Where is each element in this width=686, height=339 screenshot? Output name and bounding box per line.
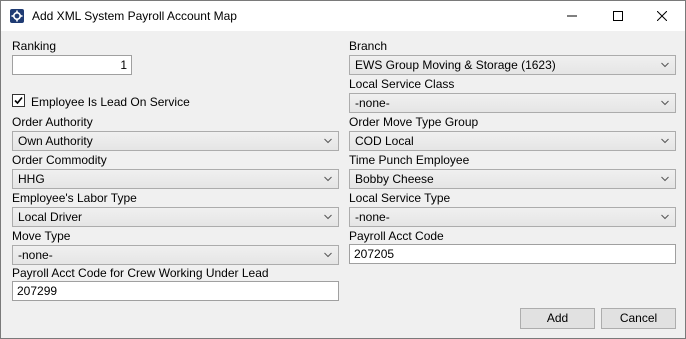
- chevron-down-icon: [324, 214, 332, 220]
- payroll-acct-code-label: Payroll Acct Code: [349, 229, 444, 243]
- chevron-down-icon: [661, 138, 669, 144]
- order-move-type-group-select[interactable]: COD Local: [349, 131, 676, 151]
- chevron-down-icon: [324, 252, 332, 258]
- chevron-down-icon: [324, 138, 332, 144]
- local-service-class-select[interactable]: -none-: [349, 93, 676, 113]
- order-commodity-select[interactable]: HHG: [12, 169, 339, 189]
- order-authority-select[interactable]: Own Authority: [12, 131, 339, 151]
- chevron-down-icon: [324, 176, 332, 182]
- checkmark-icon: [14, 96, 23, 105]
- lead-on-service-checkbox[interactable]: [12, 94, 25, 107]
- payroll-acct-code-input[interactable]: 207205: [349, 244, 676, 264]
- maximize-icon: [613, 11, 623, 21]
- order-move-type-group-label: Order Move Type Group: [349, 115, 479, 129]
- window-title: Add XML System Payroll Account Map: [32, 9, 237, 23]
- chevron-down-icon: [661, 100, 669, 106]
- maximize-button[interactable]: [595, 1, 641, 31]
- local-service-type-value: -none-: [355, 210, 390, 224]
- cancel-button[interactable]: Cancel: [601, 308, 676, 329]
- ranking-input[interactable]: 1: [12, 55, 132, 75]
- local-service-class-value: -none-: [355, 96, 390, 110]
- crew-acct-code-label: Payroll Acct Code for Crew Working Under…: [12, 266, 269, 280]
- time-punch-employee-value: Bobby Cheese: [355, 172, 434, 186]
- chevron-down-icon: [661, 176, 669, 182]
- minimize-icon: [567, 15, 577, 17]
- move-type-value: -none-: [18, 248, 53, 262]
- order-commodity-value: HHG: [18, 172, 45, 186]
- order-move-type-group-value: COD Local: [355, 134, 414, 148]
- branch-value: EWS Group Moving & Storage (1623): [355, 58, 556, 72]
- dialog-window: Add XML System Payroll Account Map Ranki…: [0, 0, 686, 339]
- labor-type-value: Local Driver: [18, 210, 83, 224]
- time-punch-employee-select[interactable]: Bobby Cheese: [349, 169, 676, 189]
- ranking-label: Ranking: [12, 39, 57, 53]
- close-icon: [657, 11, 667, 21]
- lead-on-service-label: Employee Is Lead On Service: [31, 95, 190, 109]
- labor-type-select[interactable]: Local Driver: [12, 207, 339, 227]
- minimize-button[interactable]: [549, 1, 595, 31]
- chevron-down-icon: [661, 62, 669, 68]
- order-authority-value: Own Authority: [18, 134, 93, 148]
- order-authority-label: Order Authority: [12, 115, 93, 129]
- local-service-type-select[interactable]: -none-: [349, 207, 676, 227]
- order-commodity-label: Order Commodity: [12, 153, 107, 167]
- gear-icon: [10, 9, 24, 23]
- branch-select[interactable]: EWS Group Moving & Storage (1623): [349, 55, 676, 75]
- local-service-class-label: Local Service Class: [349, 77, 455, 91]
- close-button[interactable]: [639, 1, 685, 31]
- title-bar: Add XML System Payroll Account Map: [1, 1, 685, 31]
- labor-type-label: Employee's Labor Type: [12, 191, 137, 205]
- chevron-down-icon: [661, 214, 669, 220]
- form-area: Ranking 1 Employee Is Lead On Service Or…: [1, 31, 685, 338]
- time-punch-employee-label: Time Punch Employee: [349, 153, 470, 167]
- move-type-select[interactable]: -none-: [12, 245, 339, 265]
- move-type-label: Move Type: [12, 229, 71, 243]
- branch-label: Branch: [349, 39, 388, 53]
- crew-acct-code-input[interactable]: 207299: [12, 281, 339, 301]
- local-service-type-label: Local Service Type: [349, 191, 451, 205]
- add-button[interactable]: Add: [520, 308, 595, 329]
